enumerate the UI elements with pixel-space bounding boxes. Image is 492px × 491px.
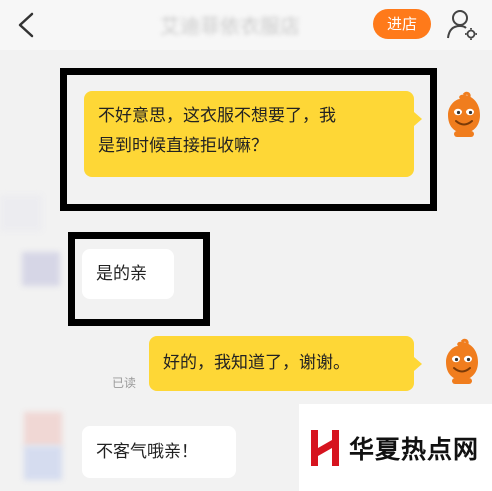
watermark: 华夏热点网 [299,404,492,491]
blurred-avatar [22,252,60,286]
blurred-avatar [24,446,62,480]
blurred-avatar [24,412,62,446]
message-text: 好的，我知道了，谢谢。 [163,353,350,373]
back-arrow-icon[interactable] [14,11,40,39]
message-bubble-sent: 好的，我知道了，谢谢。 [149,336,414,391]
enter-shop-button[interactable]: 进店 [373,9,431,39]
orange-avatar-icon [446,338,478,384]
message-bubble-received: 不客气哦亲！ [82,426,236,478]
blurred-avatar [0,195,42,231]
user-settings-icon[interactable] [446,8,478,42]
read-status: 已读 [112,376,137,390]
chat-title: 艾迪菲依衣服店 [160,14,300,38]
orange-avatar-icon [448,91,480,137]
watermark-logo-icon [311,430,339,466]
chat-header: 艾迪菲依衣服店 进店 [0,0,492,50]
watermark-text: 华夏热点网 [349,435,480,464]
bubble-tail [414,357,422,371]
message-text: 不客气哦亲！ [96,442,198,462]
highlight-box [60,68,437,211]
highlight-box [68,232,210,326]
